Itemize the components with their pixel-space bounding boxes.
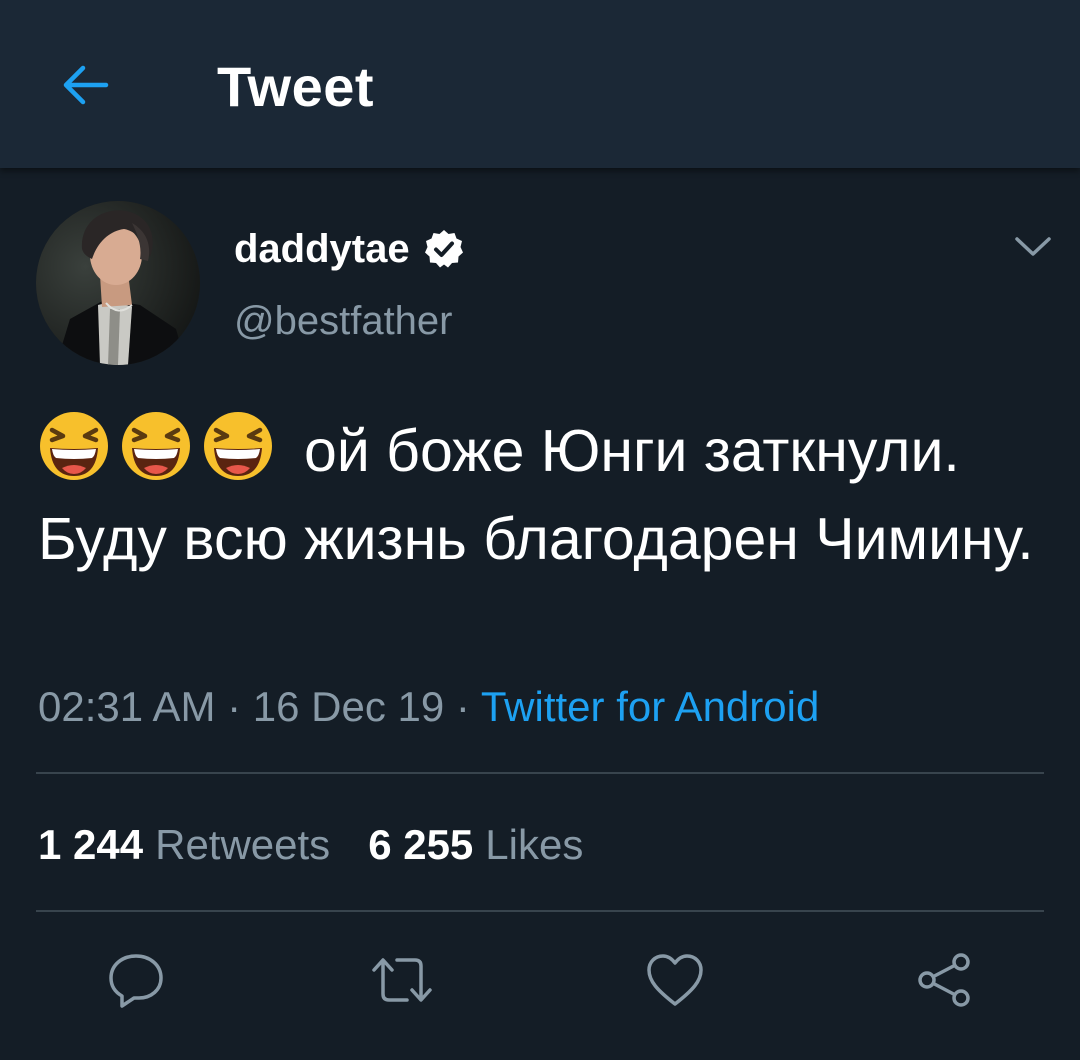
- display-name[interactable]: daddytae: [234, 224, 410, 274]
- likes-label: Likes: [485, 821, 584, 868]
- author-name-row[interactable]: daddytae: [234, 221, 465, 277]
- tweet-date: 16 Dec 19: [252, 683, 445, 730]
- tweet-text: ой боже Юнги заткнули. Буду всю жизнь бл…: [38, 407, 1058, 583]
- verified-badge-icon: [423, 228, 465, 270]
- tweet-stats: 1 244 Retweets 6 255 Likes: [38, 818, 583, 872]
- likes-count: 6 255: [368, 821, 474, 868]
- reply-icon: [109, 954, 163, 1008]
- arrow-left-icon: [63, 65, 109, 105]
- more-options-button[interactable]: [1010, 224, 1056, 270]
- page-title: Tweet: [217, 55, 375, 118]
- divider: [36, 772, 1044, 774]
- meta-separator: ·: [215, 683, 253, 730]
- retweets-label: Retweets: [155, 821, 331, 868]
- tweet-meta: 02:31 AM · 16 Dec 19 · Twitter for Andro…: [38, 680, 819, 734]
- share-icon: [918, 953, 970, 1007]
- laughing-emoji-icon: [204, 412, 272, 480]
- likes-stat[interactable]: 6 255 Likes: [368, 821, 583, 868]
- meta-separator: ·: [444, 683, 481, 730]
- retweet-button[interactable]: [370, 948, 434, 1012]
- tweet-text-line-1: ой боже Юнги заткнули.: [304, 418, 960, 484]
- emoji-group: [38, 410, 284, 482]
- retweet-icon: [372, 958, 432, 1002]
- top-app-bar: Tweet: [0, 0, 1080, 168]
- chevron-down-icon: [1015, 237, 1051, 256]
- heart-icon: [647, 954, 703, 1006]
- retweets-stat[interactable]: 1 244 Retweets: [38, 821, 330, 868]
- divider: [36, 910, 1044, 912]
- share-button[interactable]: [912, 948, 976, 1012]
- tweet-source-link[interactable]: Twitter for Android: [481, 683, 819, 730]
- avatar[interactable]: [36, 201, 200, 365]
- back-button[interactable]: [52, 52, 118, 118]
- laughing-emoji-icon: [122, 412, 190, 480]
- tweet-time: 02:31 AM: [38, 683, 216, 730]
- like-button[interactable]: [643, 948, 707, 1012]
- reply-button[interactable]: [104, 948, 168, 1012]
- retweets-count: 1 244: [38, 821, 144, 868]
- author-handle[interactable]: @bestfather: [234, 296, 453, 346]
- laughing-emoji-icon: [40, 412, 108, 480]
- tweet-text-rest: Буду всю жизнь благодарен Чимину.: [38, 506, 1034, 572]
